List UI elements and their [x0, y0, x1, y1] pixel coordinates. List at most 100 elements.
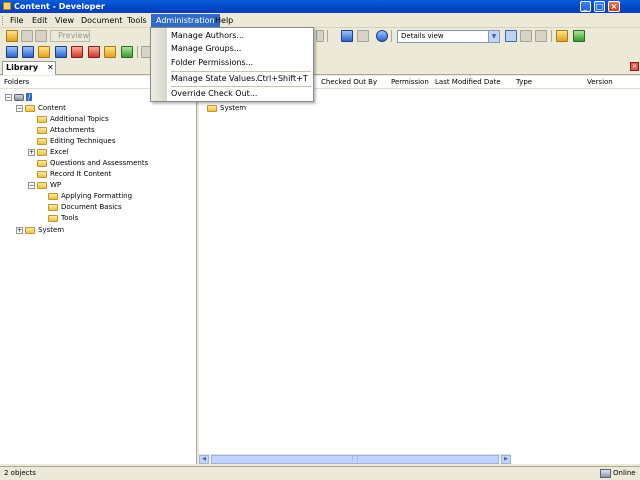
new-module-icon[interactable] — [22, 46, 34, 58]
view-mode-select[interactable]: Details view ▼ — [397, 30, 500, 43]
tree-node-label: / — [26, 93, 33, 101]
folder-icon — [37, 159, 47, 167]
folders-pane: Folders − / − Content Additional Topics At… — [0, 76, 197, 464]
tree-node-root[interactable]: − / — [5, 92, 33, 103]
save-icon[interactable] — [21, 30, 33, 42]
column-checked-out-by[interactable]: Checked Out By — [321, 76, 377, 89]
add-icon[interactable] — [316, 30, 324, 42]
tree-node-editing-techniques[interactable]: Editing Techniques — [37, 136, 116, 147]
new-package-icon[interactable] — [88, 46, 100, 58]
tree-node-label: Questions and Assessments — [50, 159, 149, 167]
menu-edit[interactable]: Edit — [27, 14, 53, 27]
menu-item-override-check-out[interactable]: Override Check Out... — [169, 87, 311, 100]
new-section-icon[interactable] — [38, 46, 50, 58]
menu-document[interactable]: Document — [76, 14, 127, 27]
new-document-icon[interactable] — [6, 46, 18, 58]
tree-node-record-it-content[interactable]: Record It Content — [37, 169, 111, 180]
column-permission[interactable]: Permission — [391, 76, 429, 89]
column-type[interactable]: Type — [516, 76, 532, 89]
tree-node-tools[interactable]: Tools — [48, 213, 78, 224]
menu-item-label: Override Check Out... — [171, 89, 258, 98]
tree-node-label: Record It Content — [50, 170, 112, 178]
tab-strip: Library ✕ — [0, 60, 640, 75]
refresh-icon[interactable] — [573, 30, 585, 42]
menu-item-manage-groups[interactable]: Manage Groups... — [169, 42, 311, 55]
document-toolbar — [0, 44, 640, 60]
folder-icon — [25, 104, 35, 112]
collapse-icon[interactable]: − — [5, 93, 12, 101]
expand-icon[interactable]: + — [28, 148, 35, 156]
layout-split-icon[interactable] — [520, 30, 532, 42]
collapse-icon[interactable]: − — [28, 181, 35, 189]
expand-icon[interactable]: + — [16, 226, 23, 234]
tree-node-label: Additional Topics — [50, 115, 109, 123]
tree-node-system[interactable]: + System — [16, 225, 64, 236]
menu-item-folder-permissions[interactable]: Folder Permissions... — [169, 56, 311, 69]
horizontal-scrollbar[interactable]: ◀ ⋮⋮ ▶ — [199, 454, 511, 464]
print-icon[interactable] — [35, 30, 47, 42]
tree-node-label: System — [38, 226, 65, 234]
tab-library[interactable]: Library ✕ — [2, 61, 56, 75]
tree-node-label: Applying Formatting — [61, 192, 133, 200]
window-title: Content - Developer — [14, 2, 105, 11]
scroll-left-icon[interactable]: ◀ — [199, 455, 209, 464]
menu-view[interactable]: View — [50, 14, 79, 27]
new-web-page-icon[interactable] — [71, 46, 83, 58]
minimize-button[interactable]: _ — [580, 1, 591, 12]
folder-icon — [37, 115, 47, 123]
close-icon[interactable]: ✕ — [47, 62, 54, 74]
scroll-right-icon[interactable]: ▶ — [501, 455, 511, 464]
tree-node-attachments[interactable]: Attachments — [37, 125, 95, 136]
layout-columns-icon[interactable] — [535, 30, 547, 42]
menu-tools[interactable]: Tools — [122, 14, 152, 27]
menu-item-manage-authors[interactable]: Manage Authors... — [169, 29, 311, 42]
column-version[interactable]: Version — [587, 76, 613, 89]
layout-single-icon[interactable] — [505, 30, 517, 42]
tree-node-excel[interactable]: + Excel — [28, 147, 69, 158]
menu-item-manage-state-values[interactable]: Manage State Values... Ctrl+Shift+T — [169, 72, 311, 85]
folder-icon — [37, 126, 47, 134]
tree-node-label: WP — [50, 181, 62, 189]
standard-toolbar: Preview Details view ▼ — [0, 28, 640, 44]
new-topic-icon[interactable] — [55, 46, 67, 58]
tree-node-applying-formatting[interactable]: Applying Formatting — [48, 191, 132, 202]
tree-node-content[interactable]: − Content — [16, 103, 66, 114]
record-icon[interactable] — [121, 46, 133, 58]
app-icon — [3, 2, 11, 10]
close-window-button[interactable]: × — [608, 1, 620, 12]
administration-menu: Manage Authors... Manage Groups... Folde… — [150, 27, 314, 102]
details-pane: Checked Out By Permission Last Modified … — [199, 76, 640, 464]
open-folder-icon[interactable] — [6, 30, 18, 42]
tree-node-document-basics[interactable]: Document Basics — [48, 202, 122, 213]
tree-node-wp[interactable]: − WP — [28, 180, 61, 191]
menu-file[interactable]: File — [5, 14, 28, 27]
folder-icon — [207, 104, 217, 112]
toolbar-separator — [327, 30, 328, 42]
find-replace-icon[interactable] — [357, 30, 369, 42]
status-bar: 2 objects Online — [0, 466, 640, 480]
collapse-icon[interactable]: − — [16, 104, 23, 112]
tree-node-label: Content — [38, 104, 66, 112]
folder-icon — [37, 170, 47, 178]
menu-item-label: Manage State Values... — [171, 74, 263, 83]
scrollbar-thumb[interactable]: ⋮⋮ — [211, 455, 499, 464]
find-icon[interactable] — [341, 30, 353, 42]
folder-icon — [37, 181, 47, 189]
folder-icon — [37, 148, 47, 156]
list-item[interactable]: System — [207, 103, 246, 114]
connection-status: Online — [613, 469, 636, 477]
maximize-button[interactable]: □ — [594, 1, 605, 12]
folder-icon — [48, 203, 58, 211]
tree-node-questions-and-assessments[interactable]: Questions and Assessments — [37, 158, 148, 169]
chevron-down-icon[interactable]: ▼ — [488, 31, 499, 42]
preview-button[interactable]: Preview — [50, 30, 90, 42]
new-folder-icon[interactable] — [104, 46, 116, 58]
menu-help[interactable]: Help — [210, 14, 238, 27]
column-last-modified-date[interactable]: Last Modified Date — [435, 76, 501, 89]
properties-icon[interactable] — [556, 30, 568, 42]
close-pane-icon[interactable]: × — [630, 62, 639, 71]
folder-icon — [25, 226, 35, 234]
help-icon[interactable] — [376, 30, 388, 42]
tab-library-label: Library — [6, 63, 39, 72]
tree-node-additional-topics[interactable]: Additional Topics — [37, 114, 109, 125]
